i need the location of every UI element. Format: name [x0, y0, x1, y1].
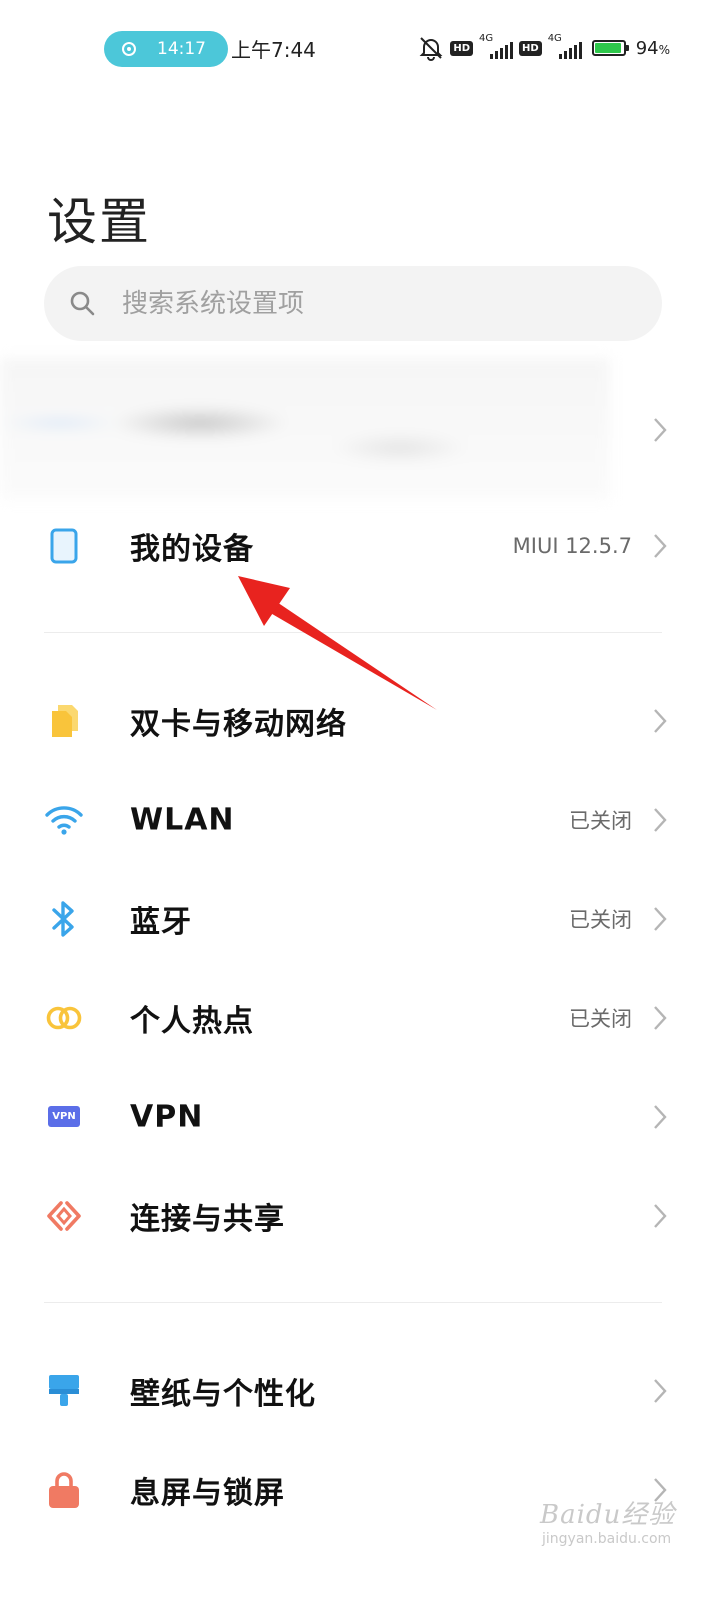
- mute-bell-icon: [419, 37, 443, 61]
- wifi-icon: [44, 800, 84, 840]
- chevron-right-icon: [654, 708, 667, 733]
- bluetooth-label: 蓝牙: [130, 904, 192, 940]
- section-divider: [44, 1302, 662, 1303]
- account-blurred-content: [0, 358, 610, 500]
- chevron-right-icon: [654, 533, 667, 558]
- recording-icon: [122, 42, 136, 56]
- vpn-item[interactable]: VPN VPN: [0, 1067, 720, 1166]
- wlan-status: 已关闭: [569, 808, 632, 833]
- hotspot-item[interactable]: 个人热点 已关闭: [0, 968, 720, 1067]
- wallpaper-label: 壁纸与个性化: [130, 1376, 316, 1412]
- wallpaper-icon: [44, 1371, 84, 1411]
- lock-screen-label: 息屏与锁屏: [130, 1475, 285, 1511]
- miui-version: MIUI 12.5.7: [512, 533, 632, 558]
- chevron-right-icon: [654, 1104, 667, 1129]
- my-device-label: 我的设备: [130, 531, 254, 567]
- vpn-icon: VPN: [44, 1097, 84, 1137]
- wallpaper-item[interactable]: 壁纸与个性化: [0, 1341, 720, 1440]
- hd-badge-2: HD: [519, 40, 542, 56]
- page-title: 设置: [47, 193, 151, 251]
- section-divider: [44, 632, 662, 633]
- status-time: 上午7:44: [231, 38, 316, 62]
- lock-icon: [44, 1470, 84, 1510]
- battery-icon: [591, 40, 629, 56]
- hotspot-icon: [44, 998, 84, 1038]
- hotspot-label: 个人热点: [130, 1003, 254, 1039]
- search-input[interactable]: [120, 287, 604, 320]
- chevron-right-icon: [654, 1005, 667, 1030]
- phone-icon: [44, 526, 84, 566]
- bluetooth-item[interactable]: 蓝牙 已关闭: [0, 869, 720, 968]
- wlan-label: WLAN: [130, 802, 235, 837]
- connection-sharing-label: 连接与共享: [130, 1201, 285, 1237]
- hd-badge-1: HD: [450, 40, 474, 56]
- hotspot-status: 已关闭: [569, 1006, 632, 1031]
- status-bar: 14:17 上午7:44 HD 4G HD 4G 94%: [0, 0, 720, 96]
- sim-network-label: 双卡与移动网络: [130, 706, 347, 742]
- signal-1-icon: 4G: [479, 33, 514, 61]
- sim-cards-icon: [44, 701, 84, 741]
- bluetooth-status: 已关闭: [569, 907, 632, 932]
- wlan-item[interactable]: WLAN 已关闭: [0, 770, 720, 869]
- chevron-right-icon: [654, 906, 667, 931]
- account-row[interactable]: [0, 358, 720, 500]
- screen-recording-timer[interactable]: 14:17: [104, 31, 228, 67]
- connection-sharing-item[interactable]: 连接与共享: [0, 1166, 720, 1265]
- chevron-right-icon: [654, 1378, 667, 1403]
- bluetooth-icon: [44, 899, 84, 939]
- my-device-item[interactable]: 我的设备 MIUI 12.5.7: [0, 496, 720, 595]
- search-icon: [70, 291, 95, 315]
- signal-2-icon: 4G: [548, 33, 582, 61]
- chevron-right-icon: [654, 1203, 667, 1228]
- watermark-logo: Baidu经验: [540, 1500, 676, 1530]
- sim-network-item[interactable]: 双卡与移动网络: [0, 671, 720, 770]
- watermark-url: jingyan.baidu.com: [542, 1531, 672, 1547]
- search-bar[interactable]: [44, 266, 662, 341]
- battery-percent: 94%: [635, 37, 670, 59]
- baidu-watermark: Baidu经验 jingyan.baidu.com: [540, 1494, 675, 1547]
- vpn-label: VPN: [130, 1099, 204, 1134]
- chevron-right-icon: [654, 418, 667, 442]
- status-icons: HD 4G HD 4G 94%: [418, 33, 670, 62]
- connection-sharing-icon: [44, 1196, 84, 1236]
- timer-text: 14:17: [157, 39, 206, 59]
- chevron-right-icon: [654, 807, 667, 832]
